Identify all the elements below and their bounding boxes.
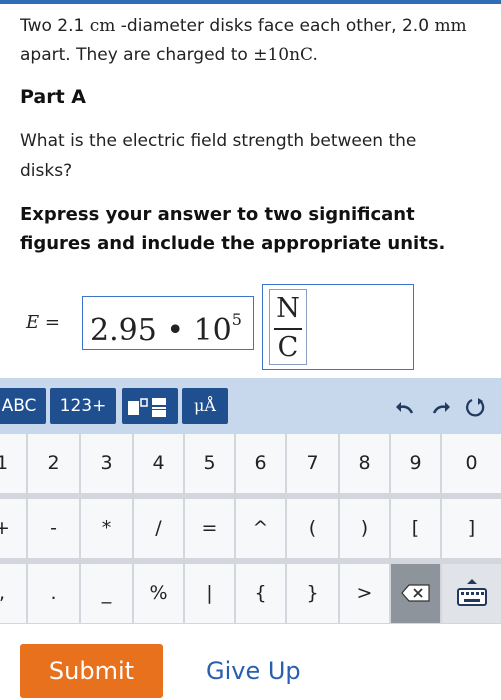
problem-text: apart. They are charged to (20, 45, 254, 65)
key-6[interactable]: 6 (236, 434, 285, 493)
key-1[interactable]: 1 (0, 434, 26, 493)
key-comma[interactable]: , (0, 564, 26, 623)
template-icon (128, 398, 166, 417)
diameter-value: 2.1 (57, 16, 85, 36)
tab-units[interactable]: μÅ (182, 388, 228, 424)
key-toggle-keyboard[interactable] (442, 564, 501, 623)
answer-exponent: 5 (231, 310, 242, 329)
fraction-bar (274, 328, 302, 330)
diameter-unit: cm (89, 16, 116, 36)
units-numerator: N (276, 293, 300, 324)
problem-statement: Two 2.1 cm -diameter disks face each oth… (20, 12, 480, 70)
key-period[interactable]: . (28, 564, 79, 623)
keyboard-icon (456, 579, 487, 606)
key-open-bracket[interactable]: [ (391, 499, 440, 558)
top-accent-bar (0, 0, 501, 4)
problem-period: . (312, 45, 318, 65)
key-backspace[interactable] (391, 564, 440, 623)
submit-button[interactable]: Submit (20, 644, 163, 698)
key-grid: 1 2 3 4 5 6 7 8 9 0 + - * / = ^ ( ) [ ] … (0, 434, 501, 624)
tab-abc[interactable]: ABC (0, 388, 46, 424)
answer-units-input[interactable]: N C (262, 284, 414, 370)
key-equals[interactable]: = (185, 499, 234, 558)
key-5[interactable]: 5 (185, 434, 234, 493)
key-3[interactable]: 3 (81, 434, 132, 493)
key-7[interactable]: 7 (287, 434, 338, 493)
problem-text: Two (20, 16, 58, 36)
key-0[interactable]: 0 (442, 434, 501, 493)
key-8[interactable]: 8 (340, 434, 389, 493)
key-close-paren[interactable]: ) (340, 499, 389, 558)
key-9[interactable]: 9 (391, 434, 440, 493)
part-title: Part A (20, 86, 87, 108)
key-divide[interactable]: / (134, 499, 183, 558)
key-underscore[interactable]: _ (81, 564, 132, 623)
keyboard-toolbar: ABC 123+ μÅ (0, 378, 501, 434)
key-greater-than[interactable]: > (340, 564, 389, 623)
key-close-brace[interactable]: } (287, 564, 338, 623)
problem-text: -diameter disks face each other, 2.0 (115, 16, 435, 36)
answer-variable: E = (26, 312, 60, 333)
answer-value-input[interactable]: 2.95 • 105 (82, 296, 254, 350)
question-text: What is the electric field strength betw… (20, 131, 417, 181)
math-keyboard: ABC 123+ μÅ 1 2 3 4 5 6 7 8 9 0 + - * / … (0, 378, 501, 624)
key-percent[interactable]: % (134, 564, 183, 623)
gap-unit: mm (434, 16, 467, 36)
key-pipe[interactable]: | (185, 564, 234, 623)
key-minus[interactable]: - (28, 499, 79, 558)
key-caret[interactable]: ^ (236, 499, 285, 558)
key-2[interactable]: 2 (28, 434, 79, 493)
units-denominator: C (277, 332, 299, 363)
answer-label: E = (26, 312, 60, 333)
key-open-brace[interactable]: { (236, 564, 285, 623)
give-up-link[interactable]: Give Up (206, 644, 301, 698)
reset-icon[interactable] (464, 396, 486, 418)
tab-templates[interactable] (122, 388, 178, 424)
key-open-paren[interactable]: ( (287, 499, 338, 558)
answer-instructions: Express your answer to two significant f… (20, 204, 446, 254)
key-multiply[interactable]: * (81, 499, 132, 558)
redo-icon[interactable] (430, 396, 452, 418)
charge-value: ±10nC (253, 45, 313, 65)
units-fraction[interactable]: N C (269, 289, 307, 365)
undo-icon[interactable] (394, 396, 416, 418)
answer-value: 2.95 • 10 (90, 313, 232, 348)
key-plus[interactable]: + (0, 499, 26, 558)
tab-numbers[interactable]: 123+ (50, 388, 116, 424)
key-close-bracket[interactable]: ] (442, 499, 501, 558)
key-4[interactable]: 4 (134, 434, 183, 493)
backspace-icon (400, 584, 430, 602)
